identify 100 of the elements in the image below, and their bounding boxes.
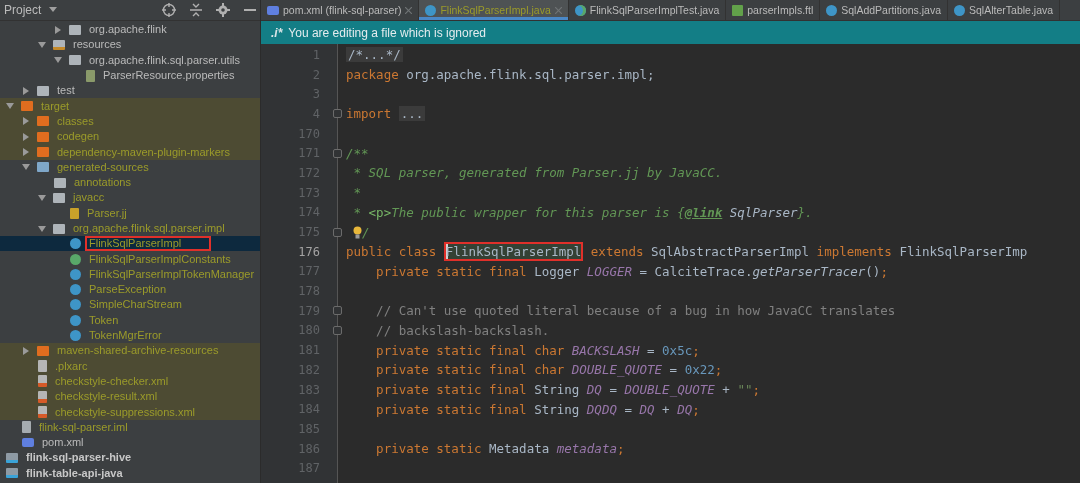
tree-item[interactable]: org.apache.flink bbox=[0, 22, 260, 38]
tree-item[interactable]: flink-sql-parser-hive bbox=[0, 450, 260, 466]
editor-tab[interactable]: FlinkSqlParserImplTest.java bbox=[568, 0, 727, 20]
tree-item[interactable]: ParseException bbox=[0, 282, 260, 298]
close-icon[interactable] bbox=[405, 6, 413, 14]
folder-icon bbox=[54, 177, 66, 188]
tree-item[interactable]: codegen bbox=[0, 129, 260, 145]
editor-tab[interactable]: SqlAddPartitions.java bbox=[820, 0, 949, 20]
code-line: private static final char BACKSLASH = 0x5c; bbox=[375, 342, 700, 358]
item-label: classes bbox=[56, 113, 95, 129]
tree-item[interactable]: annotations bbox=[0, 174, 260, 191]
tree-item[interactable]: Parser.jj bbox=[0, 205, 260, 221]
class-icon bbox=[826, 4, 838, 16]
code-line: package org.apache.flink.sql.parser.impl; bbox=[346, 67, 655, 83]
code-line: * <p>The public wrapper for this parser is {@link SqlParser}. bbox=[352, 204, 813, 220]
collapse-icon[interactable] bbox=[190, 3, 202, 17]
tree-item[interactable]: org.apache.flink.sql.parser.utils bbox=[0, 52, 260, 68]
settings-icon[interactable] bbox=[216, 3, 230, 17]
interface-icon bbox=[70, 253, 81, 265]
tree-item[interactable]: flink-sql-parser.iml bbox=[0, 419, 260, 435]
item-label: ParseException bbox=[88, 282, 168, 298]
package-icon bbox=[53, 223, 65, 234]
tree-item[interactable]: FlinkSqlParserImplTokenManager bbox=[0, 266, 260, 283]
item-label: flink-sql-parser.iml bbox=[38, 419, 129, 435]
fold-marker-icon[interactable] bbox=[332, 148, 342, 158]
item-label: checkstyle-suppressions.xml bbox=[54, 404, 196, 420]
crosshair-icon[interactable] bbox=[162, 3, 176, 17]
folder-icon bbox=[21, 101, 33, 112]
code-line: private static Metadata metadata; bbox=[375, 441, 625, 457]
folder-icon bbox=[53, 192, 65, 203]
fold-marker-icon[interactable] bbox=[332, 227, 342, 237]
expanded-arrow-icon[interactable] bbox=[54, 57, 62, 64]
item-label: generated-sources bbox=[56, 159, 150, 175]
tree-item[interactable]: flink-table-api-java bbox=[0, 465, 260, 481]
folder-icon bbox=[37, 116, 49, 127]
module-icon bbox=[6, 452, 18, 463]
tree-item[interactable]: checkstyle-suppressions.xml bbox=[0, 404, 260, 420]
tree-item[interactable]: Token bbox=[0, 312, 260, 328]
collapsed-arrow-icon[interactable] bbox=[55, 25, 61, 34]
item-label: .plxarc bbox=[54, 358, 89, 374]
tree-item[interactable]: FlinkSqlParserImpl bbox=[0, 236, 260, 252]
class-icon bbox=[70, 284, 81, 296]
tree-item[interactable]: checkstyle-result.xml bbox=[0, 389, 260, 405]
class-icon bbox=[425, 4, 437, 16]
test-class-icon bbox=[574, 4, 586, 16]
resource-folder-icon bbox=[53, 39, 65, 50]
class-icon bbox=[70, 330, 81, 342]
item-label: ParserResource.properties bbox=[102, 68, 236, 84]
expanded-arrow-icon[interactable] bbox=[22, 164, 30, 171]
grammar-file-icon bbox=[70, 207, 79, 219]
tree-item[interactable]: target bbox=[0, 98, 260, 114]
lightbulb-icon[interactable] bbox=[353, 225, 362, 239]
expanded-arrow-icon[interactable] bbox=[38, 194, 46, 201]
editor-tab[interactable]: parserImpls.ftl bbox=[726, 0, 821, 20]
tab-label: FlinkSqlParserImplTest.java bbox=[589, 4, 720, 16]
tree-item[interactable]: javacc bbox=[0, 190, 260, 206]
collapsed-arrow-icon[interactable] bbox=[23, 148, 29, 156]
item-label: Parser.jj bbox=[86, 205, 128, 221]
line-number: 176 bbox=[298, 244, 321, 259]
class-icon bbox=[70, 238, 81, 250]
close-icon[interactable] bbox=[554, 6, 562, 14]
tree-item[interactable]: SimpleCharStream bbox=[0, 297, 260, 313]
expanded-arrow-icon[interactable] bbox=[38, 41, 46, 48]
caret-icon[interactable] bbox=[49, 7, 58, 13]
maven-icon bbox=[267, 5, 279, 15]
class-icon bbox=[70, 314, 81, 326]
code-line: * bbox=[352, 185, 362, 201]
tree-item[interactable]: ParserResource.properties bbox=[0, 67, 260, 84]
tree-item[interactable]: resources bbox=[0, 37, 260, 53]
tree-item[interactable]: TokenMgrError bbox=[0, 327, 260, 344]
folder-icon bbox=[37, 345, 49, 356]
fold-marker-icon[interactable] bbox=[332, 325, 342, 335]
notification-text: You are editing a file which is ignored bbox=[288, 25, 487, 40]
code-line: private static final Logger LOGGER = CalciteTrace.getParserTracer(); bbox=[375, 263, 888, 279]
code-line: /** bbox=[346, 145, 369, 161]
tree-item[interactable]: FlinkSqlParserImplConstants bbox=[0, 251, 260, 267]
code-line: / bbox=[346, 224, 370, 240]
file-icon bbox=[38, 360, 47, 373]
editor-tab[interactable]: SqlAlterTable.java bbox=[948, 0, 1061, 20]
fold-marker-icon[interactable] bbox=[332, 306, 342, 316]
tree-item[interactable]: generated-sources bbox=[0, 159, 260, 175]
folder-icon bbox=[37, 131, 49, 142]
item-label: test bbox=[56, 83, 76, 99]
item-label: javacc bbox=[71, 190, 106, 206]
editor-tab[interactable]: FlinkSqlParserImpl.java bbox=[419, 0, 569, 20]
package-icon bbox=[69, 24, 81, 35]
tree-item[interactable]: dependency-maven-plugin-markers bbox=[0, 144, 260, 160]
panel-title[interactable]: Project bbox=[4, 3, 42, 17]
xml-file-icon bbox=[38, 406, 47, 419]
fold-marker-icon[interactable] bbox=[332, 109, 342, 119]
item-label: FlinkSqlParserImpl bbox=[85, 236, 212, 252]
code-line: // Can't use quoted literal because of a bug in how JavaCC translates bbox=[375, 303, 896, 319]
item-label: flink-sql-parser-hive bbox=[25, 450, 133, 466]
tree-item[interactable]: pom.xml bbox=[0, 435, 260, 451]
class-icon bbox=[70, 268, 81, 280]
item-label: org.apache.flink.sql.parser.impl bbox=[72, 221, 226, 236]
tree-item[interactable]: maven-shared-archive-resources bbox=[0, 343, 260, 359]
item-label: codegen bbox=[56, 129, 101, 145]
module-file-icon bbox=[22, 421, 31, 434]
tab-label: FlinkSqlParserImpl.java bbox=[440, 4, 551, 16]
